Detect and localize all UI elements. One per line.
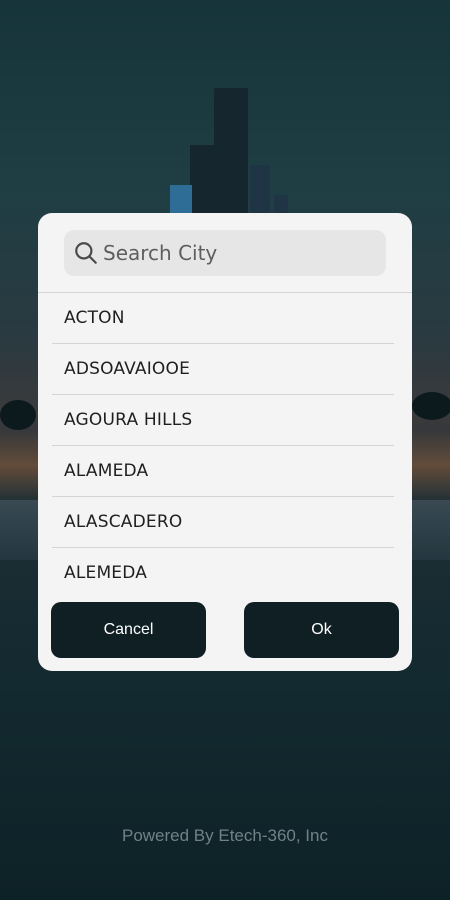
- list-item[interactable]: ACTON: [38, 292, 412, 343]
- list-item[interactable]: AGOURA HILLS: [52, 394, 394, 445]
- list-item[interactable]: ALEMEDA: [52, 547, 394, 598]
- list-item[interactable]: ALASCADERO: [52, 496, 394, 547]
- search-box[interactable]: [64, 230, 386, 276]
- cancel-button[interactable]: Cancel: [51, 602, 206, 658]
- search-input[interactable]: [103, 241, 363, 265]
- city-picker-dialog: ACTON ADSOAVAIOOE AGOURA HILLS ALAMEDA A…: [38, 213, 412, 671]
- powered-by-text: Powered By Etech-360, Inc: [121, 826, 328, 845]
- city-list: ACTON ADSOAVAIOOE AGOURA HILLS ALAMEDA A…: [38, 292, 412, 598]
- list-item[interactable]: ADSOAVAIOOE: [52, 343, 394, 394]
- list-item[interactable]: ALAMEDA: [52, 445, 394, 496]
- search-icon: [75, 242, 97, 264]
- ok-button[interactable]: Ok: [244, 602, 399, 658]
